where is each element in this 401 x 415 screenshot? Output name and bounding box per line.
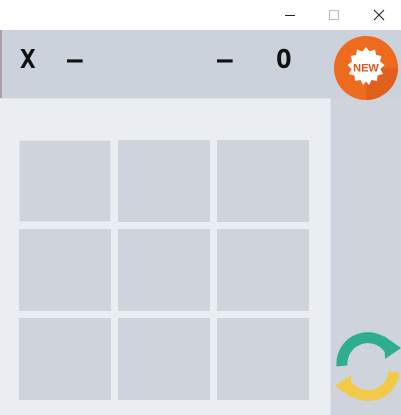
maximize-icon bbox=[329, 10, 339, 20]
new-badge-label: NEW bbox=[353, 63, 379, 75]
close-button[interactable] bbox=[356, 0, 401, 30]
title-bar bbox=[0, 0, 401, 30]
player-o-score: – bbox=[217, 45, 233, 75]
board-cell[interactable] bbox=[118, 229, 210, 311]
minimize-button[interactable] bbox=[267, 0, 313, 30]
player-x-mark: X bbox=[20, 45, 36, 75]
refresh-arrows-icon bbox=[335, 332, 401, 401]
board-cell[interactable] bbox=[118, 140, 210, 222]
minimize-icon bbox=[285, 15, 295, 16]
new-badge-icon: NEW bbox=[334, 36, 398, 100]
board-cell[interactable] bbox=[217, 229, 309, 311]
close-icon bbox=[373, 9, 385, 21]
restart-button[interactable] bbox=[334, 332, 401, 402]
board-panel bbox=[0, 98, 331, 415]
board-cell[interactable] bbox=[19, 318, 111, 400]
new-game-button[interactable]: NEW bbox=[334, 36, 398, 100]
player-x-score: – bbox=[67, 45, 83, 75]
board-cell[interactable] bbox=[19, 140, 111, 222]
board-cell[interactable] bbox=[19, 229, 111, 311]
player-o-mark: O bbox=[276, 45, 292, 75]
maximize-button[interactable] bbox=[311, 0, 357, 30]
board-cell[interactable] bbox=[217, 318, 309, 400]
board-cell[interactable] bbox=[118, 318, 210, 400]
board-cell[interactable] bbox=[217, 140, 309, 222]
game-board bbox=[19, 140, 309, 400]
